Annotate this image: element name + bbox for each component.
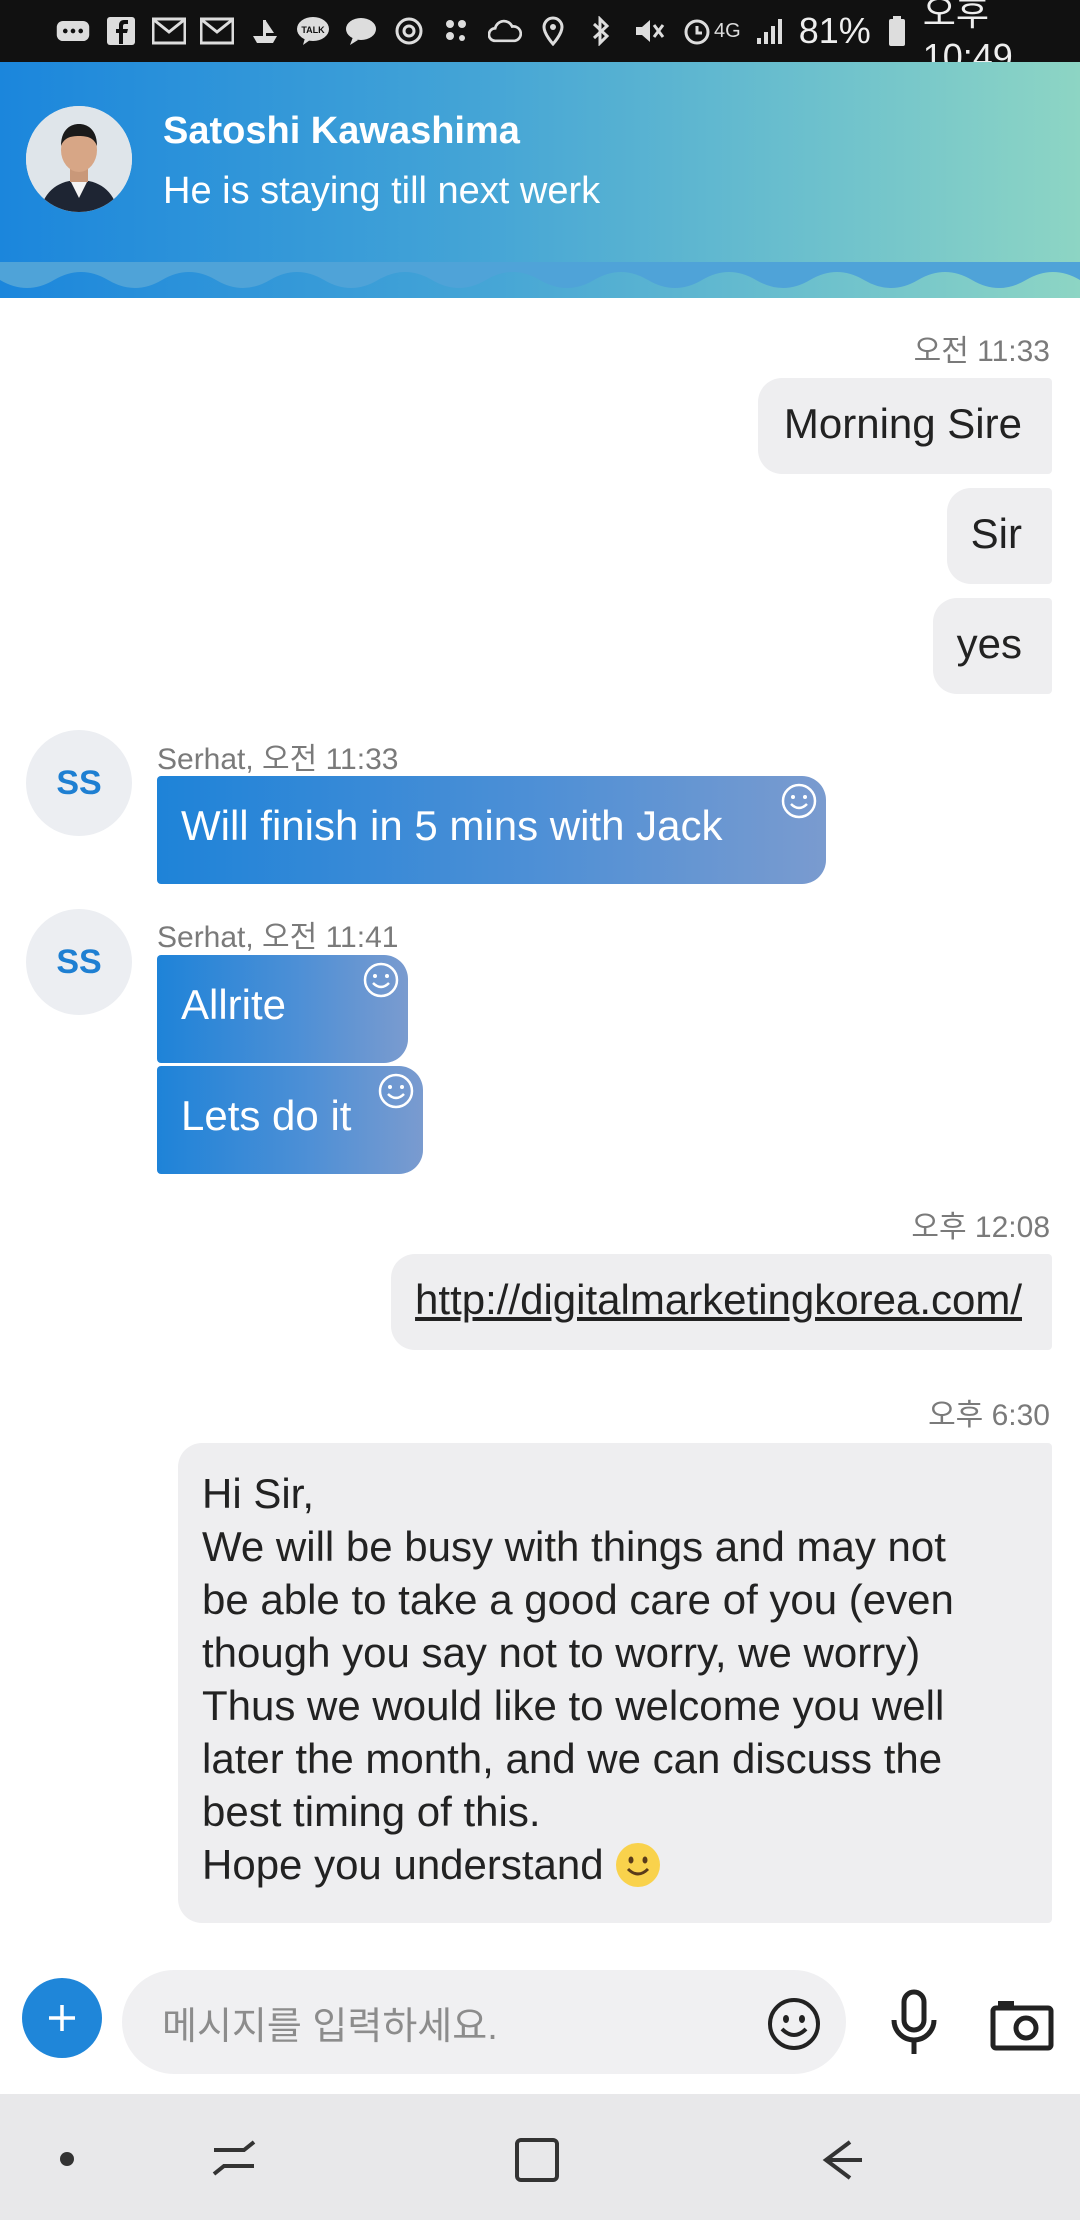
alarm-icon (680, 16, 714, 46)
incoming-message[interactable]: Will finish in 5 mins with Jack (157, 776, 826, 884)
chat-bubble-icon (344, 16, 378, 46)
ship-icon (248, 16, 282, 46)
cloud-icon (488, 16, 522, 46)
header-wave (0, 262, 1080, 288)
dots-icon (440, 16, 474, 46)
network-label: 4G (714, 19, 741, 42)
svg-text:TALK: TALK (301, 25, 325, 35)
recent-apps-icon[interactable] (200, 2124, 270, 2194)
nav-dot-icon[interactable] (32, 2124, 102, 2194)
message-line: later the month, and we can discuss the (202, 1735, 943, 1782)
contact-status-message: He is staying till next werk (163, 170, 601, 212)
incoming-message[interactable]: Lets do it (157, 1066, 423, 1174)
timestamp: 오후 6:30 (928, 1399, 1050, 1432)
message-text: Will finish in 5 mins with Jack (181, 802, 723, 849)
facebook-icon (104, 16, 138, 46)
status-bar: TALK 4G 81% 오후 10:49 (0, 0, 1080, 77)
gmail-icon (152, 16, 186, 46)
incoming-message[interactable]: Allrite (157, 955, 408, 1063)
message-line: We will be busy with things and may not (202, 1523, 946, 1570)
message-line: though you say not to worry, we worry) (202, 1629, 921, 1676)
outgoing-message[interactable]: Hi Sir, We will be busy with things and … (178, 1443, 1052, 1923)
bluetooth-icon (584, 16, 618, 46)
sender-label: Serhat, 오전 11:33 (157, 743, 399, 776)
camera-icon[interactable] (990, 1998, 1054, 2052)
add-attachment-button[interactable] (22, 1978, 102, 2058)
outgoing-message[interactable]: http://digitalmarketingkorea.com/ (391, 1254, 1052, 1350)
message-text: Morning Sire (783, 400, 1022, 447)
sender-avatar[interactable]: SS (26, 730, 132, 836)
notification-icons: TALK (56, 16, 714, 46)
sender-avatar[interactable]: SS (26, 909, 132, 1015)
plus-icon (49, 2005, 75, 2031)
message-line: best timing of this. (202, 1788, 541, 1835)
message-line: Hi Sir, (202, 1470, 315, 1517)
sync-icon (392, 16, 426, 46)
message-line: be able to take a good care of you (even (202, 1576, 954, 1623)
message-link[interactable]: http://digitalmarketingkorea.com/ (415, 1276, 1022, 1323)
home-icon[interactable] (503, 2124, 573, 2194)
timestamp: 오전 11:33 (913, 335, 1050, 368)
message-line: Thus we would like to welcome you well (202, 1682, 945, 1729)
contact-name: Satoshi Kawashima (163, 110, 520, 152)
timestamp: 오후 12:08 (911, 1211, 1050, 1244)
message-text: yes (956, 620, 1022, 667)
smile-emoji-icon (615, 1842, 660, 1887)
battery-percent: 81% (798, 10, 871, 51)
battery-icon (885, 16, 909, 46)
message-composer: 메시지를 입력하세요. (0, 1958, 1080, 2094)
gmail-icon-2 (200, 16, 234, 46)
message-input-placeholder: 메시지를 입력하세요. (162, 2005, 498, 2048)
message-text: Sir (970, 510, 1022, 557)
message-line: Hope you understand (202, 1841, 604, 1888)
message-text: Allrite (181, 981, 287, 1028)
add-reaction-icon[interactable] (780, 782, 818, 820)
outgoing-message[interactable]: Morning Sire (757, 378, 1052, 474)
outgoing-message[interactable]: Sir (946, 488, 1052, 584)
kakaotalk-icon: TALK (296, 16, 330, 46)
outgoing-message[interactable]: yes (932, 598, 1052, 694)
location-icon (536, 16, 570, 46)
back-icon[interactable] (804, 2124, 874, 2194)
system-navigation-bar (0, 2094, 1080, 2220)
signal-icon (755, 16, 785, 46)
emoji-icon[interactable] (766, 1996, 822, 2052)
add-reaction-icon[interactable] (377, 1072, 415, 1110)
message-text: Lets do it (181, 1092, 352, 1139)
microphone-icon[interactable] (884, 1988, 944, 2058)
sender-label: Serhat, 오전 11:41 (157, 921, 399, 954)
more-notifications-icon (56, 16, 90, 46)
message-input[interactable]: 메시지를 입력하세요. (122, 1970, 846, 2074)
mute-icon (632, 16, 666, 46)
sender-initials: SS (56, 942, 102, 981)
message-line-with-emoji: Hope you understand (202, 1838, 1028, 1891)
contact-avatar[interactable] (26, 106, 132, 212)
add-reaction-icon[interactable] (362, 961, 400, 999)
sender-initials: SS (56, 763, 102, 802)
